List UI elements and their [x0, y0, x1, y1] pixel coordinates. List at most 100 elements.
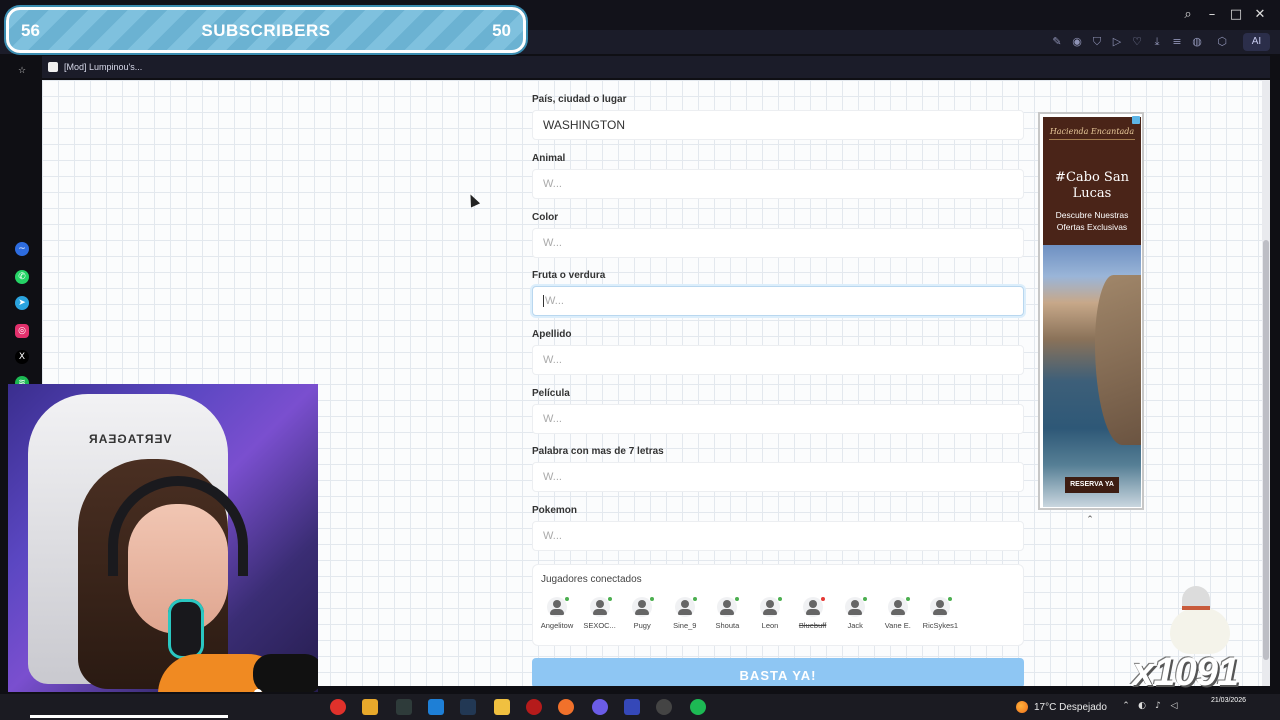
input-lugar[interactable]: WASHINGTON — [532, 110, 1024, 140]
shield-icon[interactable]: ⛉ — [1090, 35, 1104, 49]
profile-icon[interactable]: ◍ — [1190, 35, 1204, 49]
maximize-button[interactable]: □ — [1227, 6, 1245, 24]
terminal-app-icon[interactable] — [396, 699, 412, 715]
adchoices-icon[interactable] — [1132, 116, 1140, 124]
star-icon[interactable]: ☆ — [15, 64, 29, 78]
player-item: Bluebuff — [791, 597, 835, 630]
extensions-icon[interactable]: ⬡ — [1215, 35, 1229, 49]
webcam-feed: VERTAGEAR — [8, 384, 318, 692]
player-name: Angelitow — [540, 621, 574, 630]
status-dot — [565, 597, 569, 601]
basta-button[interactable]: BASTA YA! — [532, 658, 1024, 686]
menu-icon[interactable]: ≡ — [1170, 35, 1184, 49]
input-apellido[interactable]: W... — [532, 345, 1024, 375]
heart-icon[interactable]: ♡ — [1130, 35, 1144, 49]
scrollbar-thumb[interactable] — [1263, 240, 1269, 660]
microphone-icon[interactable]: ♪ — [1152, 699, 1164, 713]
input-pokemon[interactable]: W... — [532, 521, 1024, 551]
store-app-icon[interactable] — [362, 699, 378, 715]
status-dot — [735, 597, 740, 601]
ad-cta-button[interactable]: RESERVA YA — [1065, 477, 1119, 493]
field-label-animal: Animal — [532, 153, 566, 164]
status-dot — [948, 597, 953, 601]
edit-icon[interactable]: ✎ — [1050, 35, 1064, 49]
duck-body — [1170, 608, 1230, 654]
watermark-logo: x1091 — [1132, 650, 1239, 694]
player-item: Jack — [833, 597, 877, 630]
player-item: Pugy — [620, 597, 664, 630]
play-icon[interactable]: ▷ — [1110, 35, 1124, 49]
chair-brand: VERTAGEAR — [88, 432, 172, 446]
edge-app-icon[interactable] — [428, 699, 444, 715]
user-avatar-icon — [589, 597, 610, 617]
player-item: Vane E. — [876, 597, 920, 630]
field-label-palabra: Palabra con mas de 7 letras — [532, 446, 664, 457]
user-avatar-icon — [930, 597, 951, 617]
status-dot — [607, 597, 612, 601]
taskbar-date: 21/03/2026 — [1210, 697, 1246, 704]
user-avatar-icon — [547, 597, 567, 617]
tray-chevron-icon[interactable]: ⌃ — [1120, 699, 1132, 713]
folder-app-icon[interactable] — [494, 699, 510, 715]
status-dot — [778, 597, 782, 601]
input-animal[interactable]: W... — [532, 169, 1024, 199]
ad-brand-logo: Hacienda Encantada — [1049, 127, 1135, 140]
messenger-icon[interactable]: ~ — [15, 242, 29, 256]
mic-light — [254, 689, 262, 692]
text-caret — [543, 295, 544, 308]
player-name: SEXOC... — [583, 621, 616, 630]
subs-right-count: 50 — [492, 21, 511, 40]
taskbar-clock[interactable]: 21/03/2026 — [1198, 696, 1246, 706]
field-label-lugar: País, ciudad o lugar — [532, 94, 627, 105]
input-pelicula[interactable]: W... — [532, 404, 1024, 434]
player-item: RicSykes1 — [918, 597, 962, 630]
player-name: RicSykes1 — [922, 621, 959, 630]
record-app-icon[interactable] — [330, 699, 346, 715]
input-palabra[interactable]: W... — [532, 462, 1024, 492]
field-label-fruta: Fruta o verdura — [532, 270, 606, 281]
status-dot — [692, 597, 697, 601]
user-avatar-icon — [632, 597, 653, 617]
opera-app-icon[interactable] — [624, 699, 640, 715]
field-label-color: Color — [532, 212, 559, 223]
favicon-icon — [48, 62, 58, 72]
camera-icon[interactable]: ◉ — [1070, 35, 1084, 49]
chrome-app-icon[interactable] — [656, 699, 672, 715]
player-item: Sine_9 — [663, 597, 707, 630]
weather-widget[interactable]: 17°C Despejado — [1016, 699, 1107, 715]
connected-players-card: Jugadores conectados Angelitow SEXOC... Pu… — [532, 564, 1024, 646]
chevron-up-icon[interactable]: ⌃ — [1082, 514, 1098, 526]
spotify-app-icon[interactable] — [690, 699, 706, 715]
page-scrollbar[interactable] — [1262, 80, 1270, 686]
telegram-icon[interactable]: ➤ — [15, 296, 29, 310]
sun-icon — [1016, 701, 1028, 713]
discord-app-icon[interactable] — [592, 699, 608, 715]
minimize-button[interactable]: – — [1203, 6, 1221, 24]
status-dot — [820, 597, 825, 601]
obs-app-icon[interactable] — [526, 699, 542, 715]
player-item: Leon — [748, 597, 792, 630]
ai-button[interactable]: AI — [1243, 33, 1270, 51]
player-name: Shouta — [715, 621, 740, 630]
firefox-app-icon[interactable] — [558, 699, 574, 715]
x-icon[interactable]: X — [15, 350, 29, 364]
search-icon[interactable]: ⌕ — [1179, 6, 1197, 24]
player-item: SEXOC... — [578, 597, 622, 630]
tab-active[interactable]: [Mod] Lumpinou's... — [48, 59, 142, 75]
whatsapp-icon[interactable]: ✆ — [15, 270, 29, 284]
steam-app-icon[interactable] — [460, 699, 476, 715]
weather-text: 17°C Despejado — [1034, 701, 1107, 713]
taskbar-strip — [30, 715, 228, 718]
headset-earcup — [168, 599, 204, 659]
volume-icon[interactable]: ◁ — [1168, 699, 1180, 713]
input-color[interactable]: W... — [532, 228, 1024, 258]
input-fruta[interactable]: W... — [532, 286, 1024, 316]
players-title: Jugadores conectados — [541, 574, 642, 585]
user-avatar-icon — [760, 597, 780, 617]
tray-app-icon[interactable]: ◐ — [1136, 699, 1148, 713]
instagram-icon[interactable]: ◎ — [15, 324, 29, 338]
input-fruta-placeholder: W... — [545, 295, 564, 307]
ad-banner[interactable]: Hacienda Encantada #Cabo San Lucas Descu… — [1038, 112, 1144, 510]
download-icon[interactable]: ⤓ — [1150, 35, 1164, 49]
close-button[interactable]: ✕ — [1251, 6, 1269, 24]
